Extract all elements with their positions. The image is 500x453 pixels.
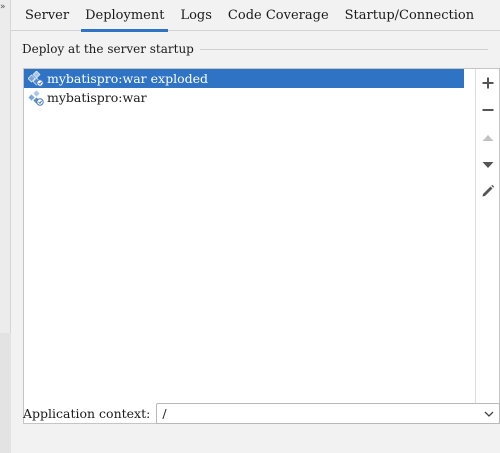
artifact-list[interactable]: mybatispro:war exploded mybatispro:war <box>24 69 464 423</box>
minus-icon <box>482 109 494 111</box>
artifact-icon <box>28 70 44 87</box>
move-up-button[interactable] <box>476 126 500 150</box>
deployment-panel: Deploy at the server startup mybatispro:… <box>11 32 500 453</box>
tab-code-coverage[interactable]: Code Coverage <box>220 0 337 31</box>
gutter-lower-area <box>0 333 11 453</box>
artifact-icon <box>28 89 44 106</box>
artifact-label: mybatispro:war exploded <box>47 71 208 86</box>
application-context-value: / <box>162 405 167 421</box>
add-button[interactable] <box>476 71 500 95</box>
plus-icon <box>482 77 494 89</box>
move-down-button[interactable] <box>476 153 500 177</box>
remove-button[interactable] <box>476 98 500 122</box>
artifact-label: mybatispro:war <box>47 90 147 105</box>
application-context-label: Application context: <box>23 405 151 421</box>
artifact-list-box: mybatispro:war exploded mybatispro:war <box>23 68 500 424</box>
application-context-combo[interactable]: / <box>156 402 500 424</box>
expand-panel-icon[interactable]: » <box>0 2 5 12</box>
tab-bar: Server Deployment Logs Code Coverage Sta… <box>11 0 500 32</box>
tab-logs[interactable]: Logs <box>172 0 219 31</box>
tab-server[interactable]: Server <box>11 0 77 31</box>
group-title: Deploy at the server startup <box>22 42 200 56</box>
arrow-up-icon <box>482 135 494 141</box>
left-gutter: » <box>0 0 11 453</box>
artifact-item-war-exploded[interactable]: mybatispro:war exploded <box>24 69 464 88</box>
pencil-icon <box>482 184 495 197</box>
arrow-down-icon <box>482 162 494 168</box>
tab-deployment[interactable]: Deployment <box>77 0 172 32</box>
chevron-down-icon[interactable] <box>484 409 494 419</box>
edit-button[interactable] <box>476 179 500 203</box>
list-toolbar <box>475 69 499 423</box>
tab-startup-connection[interactable]: Startup/Connection <box>337 0 482 31</box>
artifact-item-war[interactable]: mybatispro:war <box>24 88 464 107</box>
application-context-row: Application context: / <box>23 402 500 424</box>
